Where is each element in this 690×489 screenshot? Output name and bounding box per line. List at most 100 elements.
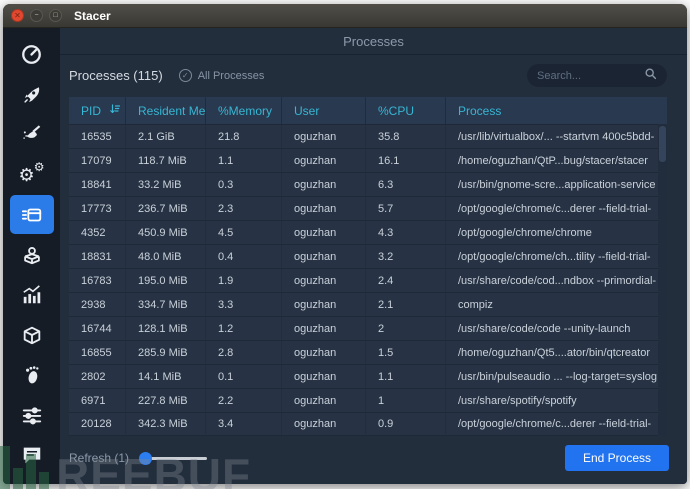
processes-window-icon [21,204,43,226]
cell-resident-mem: 195.0 MiB [126,269,206,292]
cell-resident-mem: 48.0 MiB [126,245,206,268]
cell-memory-pct: 21.8 [206,125,282,148]
cell-cpu-pct: 1.1 [366,365,446,388]
cell-user: oguzhan [282,413,366,435]
cell-user: oguzhan [282,173,366,196]
box-ball-icon [21,244,43,266]
table-row[interactable]: 20128 342.3 MiB 3.4 oguzhan 0.9/opt/google/c… [69,412,667,436]
cell-user: oguzhan [282,149,366,172]
table-row[interactable]: 16855 285.9 MiB 2.8 oguzhan 1.5/home/oguzhan… [69,340,667,364]
table-row[interactable]: 2802 14.1 MiB 0.1 oguzhan 1.1/usr/bin/pulsea… [69,364,667,388]
table-row[interactable]: 16783 195.0 MiB 1.9 oguzhan 2.4/usr/share/co… [69,268,667,292]
column-header-process[interactable]: Process [446,97,667,124]
cell-cpu-pct: 35.8 [366,125,446,148]
main-panel: Processes Processes (115) ✓ All Processe… [60,28,687,484]
dashboard-gauge-icon [20,43,43,66]
cell-pid: 16744 [69,317,126,340]
sidebar-item-uninstaller[interactable] [10,235,54,274]
cell-user: oguzhan [282,245,366,268]
process-count-label: Processes (115) [69,68,163,83]
table-row[interactable]: 16535 2.1 GiB 21.8 oguzhan 35.8/usr/lib/virt… [69,124,667,148]
cell-memory-pct: 1.1 [206,149,282,172]
column-header-pid[interactable]: PID [69,97,126,124]
all-processes-checkbox[interactable]: ✓ All Processes [178,69,264,82]
table-row[interactable]: 18841 33.2 MiB 0.3 oguzhan 6.3/usr/bin/gnome… [69,172,667,196]
bar-chart-icon [21,284,43,306]
cell-memory-pct: 0.4 [206,245,282,268]
sidebar-item-resources[interactable] [10,275,54,314]
search-icon [644,67,657,85]
cell-process: /usr/bin/pulseaudio ... --log-target=sys… [458,370,658,383]
cell-user: oguzhan [282,197,366,220]
slider-handle[interactable] [139,451,153,465]
cell-pid: 16535 [69,125,126,148]
sidebar-item-settings[interactable] [10,395,54,434]
end-process-button[interactable]: End Process [564,445,669,471]
cell-resident-mem: 285.9 MiB [126,341,206,364]
cell-memory-pct: 1.2 [206,317,282,340]
cell-pid: 20128 [69,413,126,435]
cell-resident-mem: 118.7 MiB [126,149,206,172]
table-scrollbar[interactable] [658,124,667,436]
cell-user: oguzhan [282,293,366,316]
stacer-window: ✕ − □ Stacer ⚙ ⚙ Processes Processes (11… [3,4,687,484]
rocket-icon [21,84,43,106]
table-row[interactable]: 2938 334.7 MiB 3.3 oguzhan 2.1 compiz [69,292,667,316]
cell-resident-mem: 334.7 MiB [126,293,206,316]
window-title: Stacer [74,8,111,23]
table-row[interactable]: 17773 236.7 MiB 2.3 oguzhan 5.7/opt/google/c… [69,196,667,220]
sidebar-item-packages[interactable] [10,315,54,354]
sidebar-item-startup-apps[interactable] [10,75,54,114]
cell-memory-pct: 4.5 [206,221,282,244]
cell-resident-mem: 450.9 MiB [126,221,206,244]
cell-process: /usr/share/spotify/spotify [458,394,577,407]
column-header-user[interactable]: User [282,97,366,124]
cell-process: /opt/google/chrome/c...derer --field-tri… [458,202,652,215]
table-row[interactable]: 16744 128.1 MiB 1.2 oguzhan 2/usr/share/code… [69,316,667,340]
cell-memory-pct: 2.2 [206,389,282,412]
table-row[interactable]: 17079 118.7 MiB 1.1 oguzhan 16.1/home/oguzha… [69,148,667,172]
minimize-button[interactable]: − [30,9,43,22]
cell-pid: 17773 [69,197,126,220]
cell-cpu-pct: 4.3 [366,221,446,244]
cell-pid: 2802 [69,365,126,388]
cell-resident-mem: 2.1 GiB [126,125,206,148]
maximize-button[interactable]: □ [49,9,62,22]
sidebar-item-system-cleaner[interactable] [10,115,54,154]
table-header-row: PID Resident Mem %Memory User %CPU Proce [69,97,667,124]
cell-process: /usr/lib/virtualbox/... --startvm 400c5b… [458,130,655,143]
search-input[interactable] [537,69,644,82]
cell-process: /usr/share/code/cod...ndbox --primordial… [458,274,657,287]
search-box [527,64,667,87]
sidebar-item-processes[interactable] [9,195,54,234]
column-header-memory-pct[interactable]: %Memory [206,97,282,124]
cell-resident-mem: 14.1 MiB [126,365,206,388]
table-row[interactable]: 18831 48.0 MiB 0.4 oguzhan 3.2/opt/google/ch… [69,244,667,268]
cell-pid: 4352 [69,221,126,244]
cell-pid: 2938 [69,293,126,316]
broom-icon [21,124,43,146]
refresh-interval-label: Refresh (1) [69,451,130,465]
cell-user: oguzhan [282,221,366,244]
cell-process: /usr/bin/gnome-scre...application-servic… [458,178,656,191]
screenshot-canvas: ✕ − □ Stacer ⚙ ⚙ Processes Processes (11… [0,0,690,489]
process-table: PID Resident Mem %Memory User %CPU Proce [69,97,667,436]
refresh-interval-slider[interactable] [139,451,208,465]
cell-cpu-pct: 2 [366,317,446,340]
table-row[interactable]: 6971 227.8 MiB 2.2 oguzhan 1/usr/share/spoti… [69,388,667,412]
sidebar-item-feedback[interactable] [10,435,54,474]
scrollbar-thumb[interactable] [659,126,666,162]
table-row[interactable]: 4352 450.9 MiB 4.5 oguzhan 4.3/opt/google/ch… [69,220,667,244]
sidebar-item-gnome-settings[interactable] [10,355,54,394]
column-header-resident-mem[interactable]: Resident Mem [126,97,206,124]
sidebar-item-services[interactable]: ⚙ ⚙ [10,155,54,194]
cell-cpu-pct: 2.1 [366,293,446,316]
close-button[interactable]: ✕ [11,9,24,22]
column-header-cpu-pct[interactable]: %CPU [366,97,446,124]
cell-pid: 17079 [69,149,126,172]
cell-cpu-pct: 2.4 [366,269,446,292]
cell-pid: 18841 [69,173,126,196]
cell-process: /usr/share/code/code --unity-launch [458,322,631,335]
cell-process: compiz [458,298,493,311]
sidebar-item-dashboard[interactable] [10,35,54,74]
